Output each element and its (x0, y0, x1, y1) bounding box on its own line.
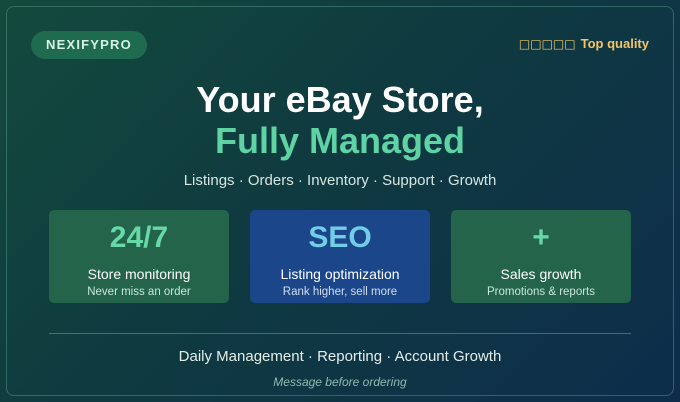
feature-card-title: Sales growth (500, 266, 582, 282)
feature-card-growth: + Sales growth Promotions & reports (451, 210, 631, 303)
headline-line-1: Your eBay Store, (196, 79, 484, 120)
feature-cards: 24/7 Store monitoring Never miss an orde… (49, 210, 631, 303)
footer-note: Message before ordering (273, 375, 407, 389)
feature-card-title: Store monitoring (87, 266, 191, 282)
divider (49, 333, 631, 334)
plus-icon: + (532, 221, 550, 254)
brand-badge: NEXIFYPRO (31, 31, 147, 59)
feature-card-seo: SEO Listing optimization Rank higher, se… (250, 210, 430, 303)
feature-card-title: Listing optimization (280, 266, 400, 282)
feature-card-subtitle: Never miss an order (87, 286, 191, 298)
feature-card-value: 24/7 (109, 221, 169, 254)
services-subline: Listings · Orders · Inventory · Support … (183, 172, 497, 189)
headline-line-2: Fully Managed (214, 120, 466, 161)
star-rating-icon: □□□□□ (518, 36, 576, 51)
feature-card-monitoring: 24/7 Store monitoring Never miss an orde… (49, 210, 229, 303)
feature-card-value: SEO (308, 221, 372, 254)
feature-card-subtitle: Promotions & reports (486, 286, 595, 298)
banner-frame (6, 6, 674, 396)
footer-services: Daily Management · Reporting · Account G… (178, 348, 502, 365)
feature-card-subtitle: Rank higher, sell more (282, 286, 398, 298)
quality-rating: □□□□□ Top quality (519, 36, 649, 51)
quality-label: Top quality (580, 36, 649, 51)
